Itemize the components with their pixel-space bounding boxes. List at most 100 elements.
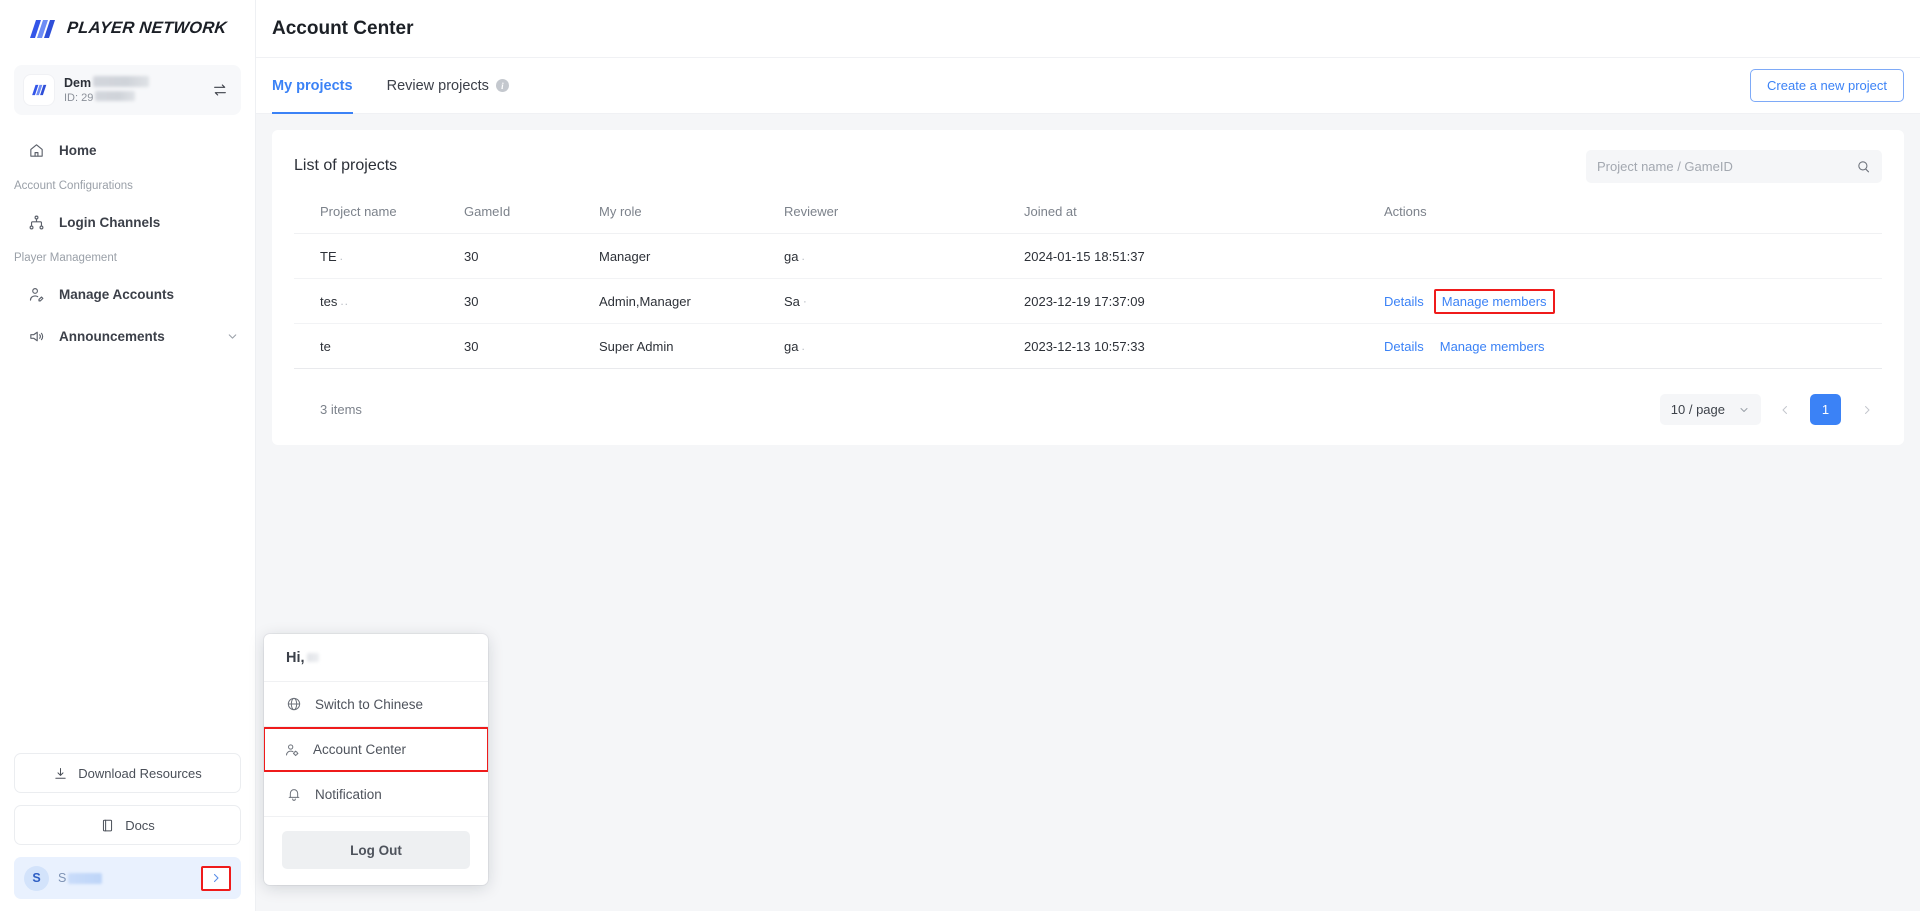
menu-item-switch-to-chinese[interactable]: Switch to Chinese xyxy=(264,682,488,727)
sidebar-item-label: Home xyxy=(59,142,97,158)
column-header-reviewer: Reviewer xyxy=(784,204,1024,234)
cell-reviewer: ga. xyxy=(784,233,1024,279)
cell-my-role: Super Admin xyxy=(599,323,784,369)
player-network-logo-icon xyxy=(28,19,58,39)
download-resources-button[interactable]: Download Resources xyxy=(14,753,241,793)
sidebar-nav: Home Account Configurations Login Channe… xyxy=(0,129,255,357)
truncated-indicator: · xyxy=(802,294,808,308)
tab-label: My projects xyxy=(272,77,353,94)
user-menu-toggle[interactable] xyxy=(201,865,231,891)
cell-actions: Details Manage members xyxy=(1384,323,1882,369)
account-avatar-icon xyxy=(24,75,54,105)
table-head: Project name GameId My role Reviewer Joi… xyxy=(294,204,1882,234)
book-icon xyxy=(100,818,115,833)
pagination-prev-button[interactable] xyxy=(1769,394,1800,425)
account-switcher-card[interactable]: Dem ID: 29 xyxy=(14,65,241,115)
main-area: Account Center My projects Review projec… xyxy=(256,0,1920,911)
sidebar-bottom: Download Resources Docs S S xyxy=(0,753,255,911)
table-row: te 30 Super Admin ga. 2023-12-13 10:57:3… xyxy=(294,323,1882,369)
download-icon xyxy=(53,766,68,781)
page-size-label: 10 / page xyxy=(1670,402,1725,417)
sidebar-item-home[interactable]: Home xyxy=(0,129,255,171)
table-row: tes.. 30 Admin,Manager Sa · 2023-12-19 17… xyxy=(294,278,1882,324)
cell-actions xyxy=(1384,233,1882,279)
manage-members-link[interactable]: Manage members xyxy=(1442,294,1547,309)
manage-members-link[interactable]: Manage members xyxy=(1440,339,1545,354)
details-link[interactable]: Details xyxy=(1384,294,1424,309)
projects-panel: List of projects Project name GameId My xyxy=(272,130,1904,445)
content-region: List of projects Project name GameId My xyxy=(256,114,1920,911)
pagination-next-button[interactable] xyxy=(1851,394,1882,425)
cell-project-name: tes.. xyxy=(294,278,464,324)
details-link[interactable]: Details xyxy=(1384,339,1424,354)
account-meta: Dem ID: 29 xyxy=(64,76,199,104)
cell-project-name: te xyxy=(294,323,464,369)
switch-account-icon[interactable] xyxy=(209,82,231,98)
download-resources-label: Download Resources xyxy=(78,765,202,781)
user-edit-icon xyxy=(28,286,45,303)
column-header-my-role: My role xyxy=(599,204,784,234)
menu-item-notification[interactable]: Notification xyxy=(264,772,488,817)
current-user-name: S xyxy=(58,871,103,885)
pagination-page-1[interactable]: 1 xyxy=(1810,394,1841,425)
cell-game-id: 30 xyxy=(464,233,599,279)
sidebar-item-label: Login Channels xyxy=(59,214,161,230)
user-gear-icon xyxy=(284,742,301,758)
redacted-username xyxy=(68,872,103,884)
cell-joined-at: 2023-12-13 10:57:33 xyxy=(1024,323,1384,369)
cell-joined-at: 2024-01-15 18:51:37 xyxy=(1024,233,1384,279)
sidebar-item-login-channels[interactable]: Login Channels xyxy=(0,201,255,243)
sidebar-item-label: Announcements xyxy=(59,328,165,344)
info-circle-icon[interactable]: i xyxy=(495,79,509,92)
chevron-down-icon[interactable] xyxy=(226,330,239,343)
cell-game-id: 30 xyxy=(464,323,599,369)
chevron-left-icon xyxy=(1779,404,1791,416)
popup-greeting: Hi, xyxy=(264,634,488,682)
avatar: S xyxy=(24,865,49,891)
truncated-indicator: . xyxy=(801,249,806,263)
account-id: ID: 29 xyxy=(64,91,199,104)
truncated-indicator: . xyxy=(801,339,806,353)
cell-actions: Details Manage members xyxy=(1384,278,1882,324)
cell-my-role: Manager xyxy=(599,233,784,279)
redacted-id xyxy=(95,91,136,101)
tab-label: Review projects xyxy=(386,77,489,94)
manage-members-highlight: Manage members xyxy=(1433,288,1555,314)
page-size-select[interactable]: 10 / page xyxy=(1659,394,1761,425)
chevron-down-icon xyxy=(1738,404,1750,416)
redacted-name xyxy=(93,76,150,87)
table-header-row: Project name GameId My role Reviewer Joi… xyxy=(294,204,1882,234)
column-header-actions: Actions xyxy=(1384,204,1882,234)
search-box[interactable] xyxy=(1586,149,1882,183)
tab-review-projects[interactable]: Review projects i xyxy=(387,58,509,114)
cell-reviewer: ga. xyxy=(784,323,1024,369)
brand-logo[interactable]: PLAYER NETWORK xyxy=(0,0,255,57)
search-icon[interactable] xyxy=(1856,159,1871,174)
sidebar-item-manage-accounts[interactable]: Manage Accounts xyxy=(0,273,255,315)
items-count: 3 items xyxy=(320,402,362,417)
megaphone-icon xyxy=(28,328,45,345)
log-out-button[interactable]: Log Out xyxy=(282,831,470,869)
table-footer: 3 items 10 / page 1 xyxy=(294,394,1882,425)
create-new-project-button[interactable]: Create a new project xyxy=(1750,69,1904,102)
table-body: TE. 30 Manager ga. 2024-01-15 18:51:37 t… xyxy=(294,233,1882,369)
cell-game-id: 30 xyxy=(464,278,599,324)
projects-table: Project name GameId My role Reviewer Joi… xyxy=(294,204,1882,369)
topbar: Account Center xyxy=(256,0,1920,58)
tab-my-projects[interactable]: My projects xyxy=(272,58,353,114)
truncated-indicator: . xyxy=(339,249,344,263)
app-root: PLAYER NETWORK Dem ID: 29 Home Account C… xyxy=(0,0,1920,911)
cell-reviewer: Sa · xyxy=(784,278,1024,324)
column-header-joined-at: Joined at xyxy=(1024,204,1384,234)
globe-icon xyxy=(286,696,303,712)
menu-item-account-center[interactable]: Account Center xyxy=(264,727,488,772)
menu-item-label: Switch to Chinese xyxy=(315,696,424,712)
sidebar-item-announcements[interactable]: Announcements xyxy=(0,315,255,357)
search-input[interactable] xyxy=(1597,158,1856,174)
tabbar: My projects Review projects i Create a n… xyxy=(256,58,1920,114)
current-user-row[interactable]: S S xyxy=(14,857,241,899)
bell-icon xyxy=(286,786,303,802)
docs-button[interactable]: Docs xyxy=(14,805,241,845)
column-header-game-id: GameId xyxy=(464,204,599,234)
cell-project-name: TE. xyxy=(294,233,464,279)
